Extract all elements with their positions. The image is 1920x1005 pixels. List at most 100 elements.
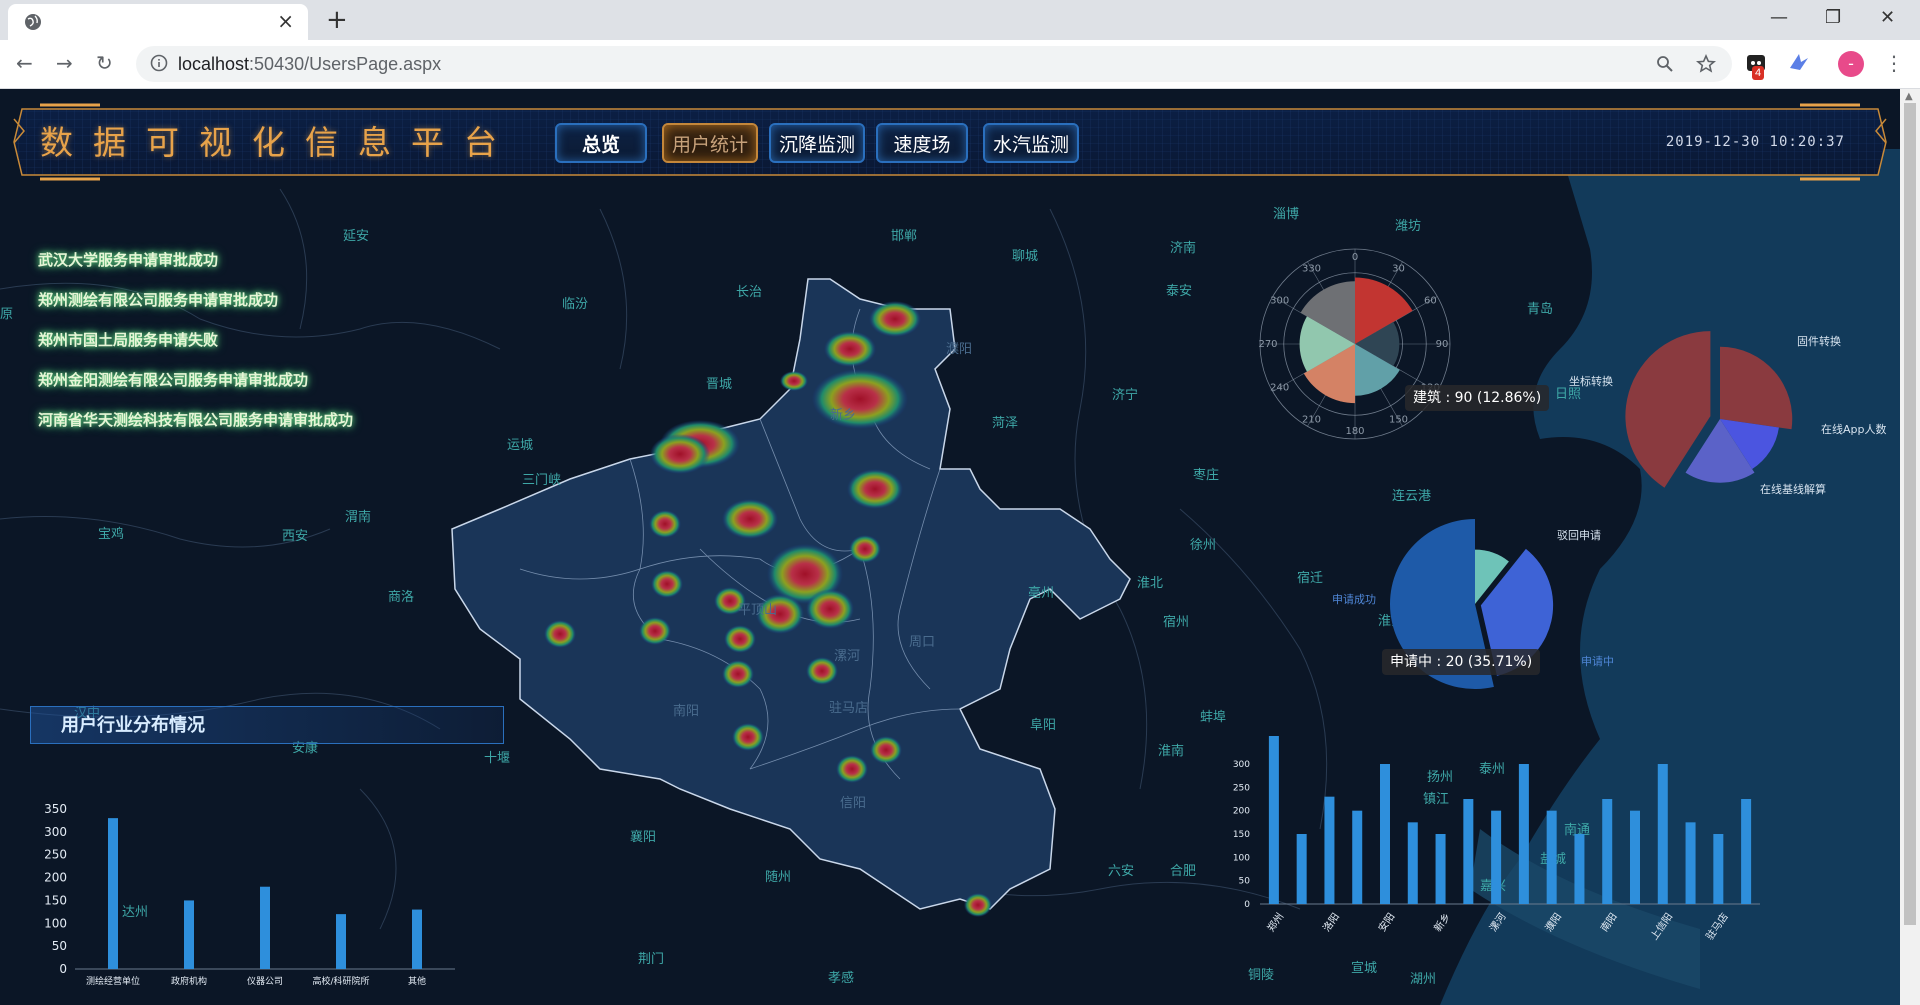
close-window-button[interactable]: ✕ — [1880, 6, 1895, 30]
bar — [1741, 799, 1752, 904]
bar — [1602, 799, 1613, 904]
bird-extension-icon[interactable] — [1786, 50, 1812, 76]
notice-item: 郑州市国土局服务申请失败 — [38, 331, 219, 349]
browser-menu-icon[interactable]: ⋮ — [1884, 50, 1904, 76]
legend-pending: 申请中 — [1581, 655, 1614, 668]
y-tick-label: 250 — [44, 848, 67, 862]
map-place-label: 阜阳 — [1030, 718, 1057, 733]
scroll-up-arrow[interactable]: ▲ — [1905, 91, 1913, 102]
pie-slice — [1720, 346, 1793, 430]
map-place-label: 濮阳 — [946, 342, 973, 357]
map-place-label: 潍坊 — [1395, 219, 1422, 234]
legend-rejected: 驳回申请 — [1557, 529, 1601, 542]
map-place-label: 新乡 — [830, 408, 857, 423]
map-place-label: 商洛 — [388, 590, 415, 605]
map-place-label: 邯郸 — [891, 229, 918, 244]
map-place-label: 日照 — [1555, 387, 1582, 402]
url-path: :50430/UsersPage.aspx — [249, 54, 442, 74]
map-place-label: 漯河 — [834, 649, 861, 664]
tab-settlement[interactable]: 沉降监测 — [769, 123, 866, 163]
bar — [1546, 810, 1557, 904]
map-place-label: 驻马店 — [829, 701, 869, 716]
map-place-label: 宝鸡 — [98, 527, 125, 542]
y-tick-label: 100 — [44, 916, 67, 930]
bar — [1268, 736, 1279, 904]
y-tick-label: 150 — [44, 893, 67, 907]
legend-baseline: 在线基线解算 — [1760, 483, 1826, 496]
bar — [1352, 810, 1363, 904]
forward-button[interactable]: → — [56, 50, 73, 76]
x-tick-label: 安阳 — [1375, 910, 1397, 934]
map-place-label: 宿州 — [1163, 615, 1190, 630]
legend-app-users: 在线App人数 — [1821, 423, 1887, 436]
browser-tab[interactable]: × — [8, 4, 308, 40]
extension-badge: 4 — [1752, 66, 1765, 80]
bar — [1435, 834, 1446, 904]
map-place-label: 枣庄 — [1193, 468, 1220, 483]
map-place-label: 南阳 — [673, 704, 700, 719]
map-place-label: 六安 — [1108, 864, 1135, 879]
page-scrollbar[interactable]: ▲ — [1900, 89, 1920, 1005]
map-place-label: 淄博 — [1273, 207, 1300, 222]
polar-rose-chart: 0306090120150180210240270300330 — [1258, 248, 1451, 440]
map-place-label: 晋城 — [706, 377, 733, 392]
map-place-label: 随州 — [765, 870, 792, 885]
x-tick-label: 驻马店 — [1703, 910, 1731, 942]
angle-tick-label: 150 — [1389, 414, 1408, 425]
map-place-label: 西安 — [282, 529, 309, 544]
tab-velocity-field[interactable]: 速度场 — [876, 123, 968, 163]
angle-tick-label: 300 — [1270, 296, 1289, 307]
notice-item: 郑州测绘有限公司服务申请审批成功 — [38, 291, 279, 309]
minimize-button[interactable]: — — [1770, 6, 1788, 30]
map-place-label: 淮北 — [1137, 576, 1164, 591]
reload-button[interactable]: ↻ — [96, 50, 113, 76]
map-place-label: 合肥 — [1170, 864, 1197, 879]
x-tick-label: 南阳 — [1598, 910, 1620, 934]
tab-close-icon[interactable]: × — [277, 10, 294, 32]
bar — [1574, 834, 1585, 904]
bar — [1713, 834, 1724, 904]
map-place-label: 铜陵 — [1248, 968, 1275, 983]
globe-icon — [25, 14, 41, 30]
info-icon[interactable] — [150, 54, 168, 72]
url-text[interactable]: localhost:50430/UsersPage.aspx — [178, 54, 441, 74]
bar — [1491, 810, 1502, 904]
y-tick-label: 0 — [59, 962, 67, 976]
bar — [1518, 764, 1529, 904]
back-button[interactable]: ← — [16, 50, 33, 76]
map-place-label: 徐州 — [1190, 538, 1217, 553]
new-tab-button[interactable]: + — [326, 6, 348, 34]
y-tick-label: 300 — [44, 825, 67, 839]
map-place-label: 周口 — [909, 635, 936, 650]
angle-tick-label: 270 — [1258, 339, 1277, 350]
map-place-label: 襄阳 — [630, 830, 657, 845]
map-place-label: 荆门 — [638, 952, 665, 967]
y-tick-label: 300 — [1233, 760, 1250, 770]
scrollbar-thumb[interactable] — [1904, 103, 1916, 925]
bookmark-star-icon[interactable] — [1696, 54, 1716, 74]
map-place-label: 湖州 — [1410, 972, 1437, 987]
map-place-label: 亳州 — [1028, 586, 1055, 601]
y-tick-label: 350 — [44, 802, 67, 816]
tab-overview[interactable]: 总览 — [555, 123, 647, 163]
profile-avatar[interactable]: - — [1838, 51, 1864, 77]
map-place-label: 菏泽 — [992, 416, 1019, 431]
angle-tick-label: 60 — [1424, 296, 1437, 307]
address-bar[interactable]: localhost:50430/UsersPage.aspx — [136, 46, 1732, 82]
bar — [108, 818, 118, 969]
legend-success: 申请成功 — [1332, 593, 1376, 606]
map-place-label: 延安 — [343, 229, 370, 244]
tab-water-vapor[interactable]: 水汽监测 — [983, 123, 1080, 163]
x-tick-label: 漯河 — [1487, 911, 1508, 934]
tab-user-stats[interactable]: 用户统计 — [662, 123, 759, 163]
restore-button[interactable]: ❐ — [1825, 6, 1841, 30]
notice-item: 河南省华天测绘科技有限公司服务申请审批成功 — [38, 411, 354, 429]
datetime: 2019-12-30 10:20:37 — [1665, 134, 1845, 150]
bar — [1380, 764, 1390, 904]
x-tick-label: 其他 — [408, 975, 426, 987]
x-tick-label: 仪器公司 — [247, 976, 283, 987]
browser-tab-strip: × + — ❐ ✕ — [0, 0, 1920, 40]
zoom-icon[interactable] — [1656, 55, 1674, 73]
polar-tooltip: 建筑 : 90 (12.86%) — [1405, 385, 1550, 411]
city-bar-chart: 0 50 100 150 200 250 300 郑州 洛阳 安阳 新乡 漯河 濮阳 南阳 上信阳 驻马店 — [1233, 736, 1760, 942]
